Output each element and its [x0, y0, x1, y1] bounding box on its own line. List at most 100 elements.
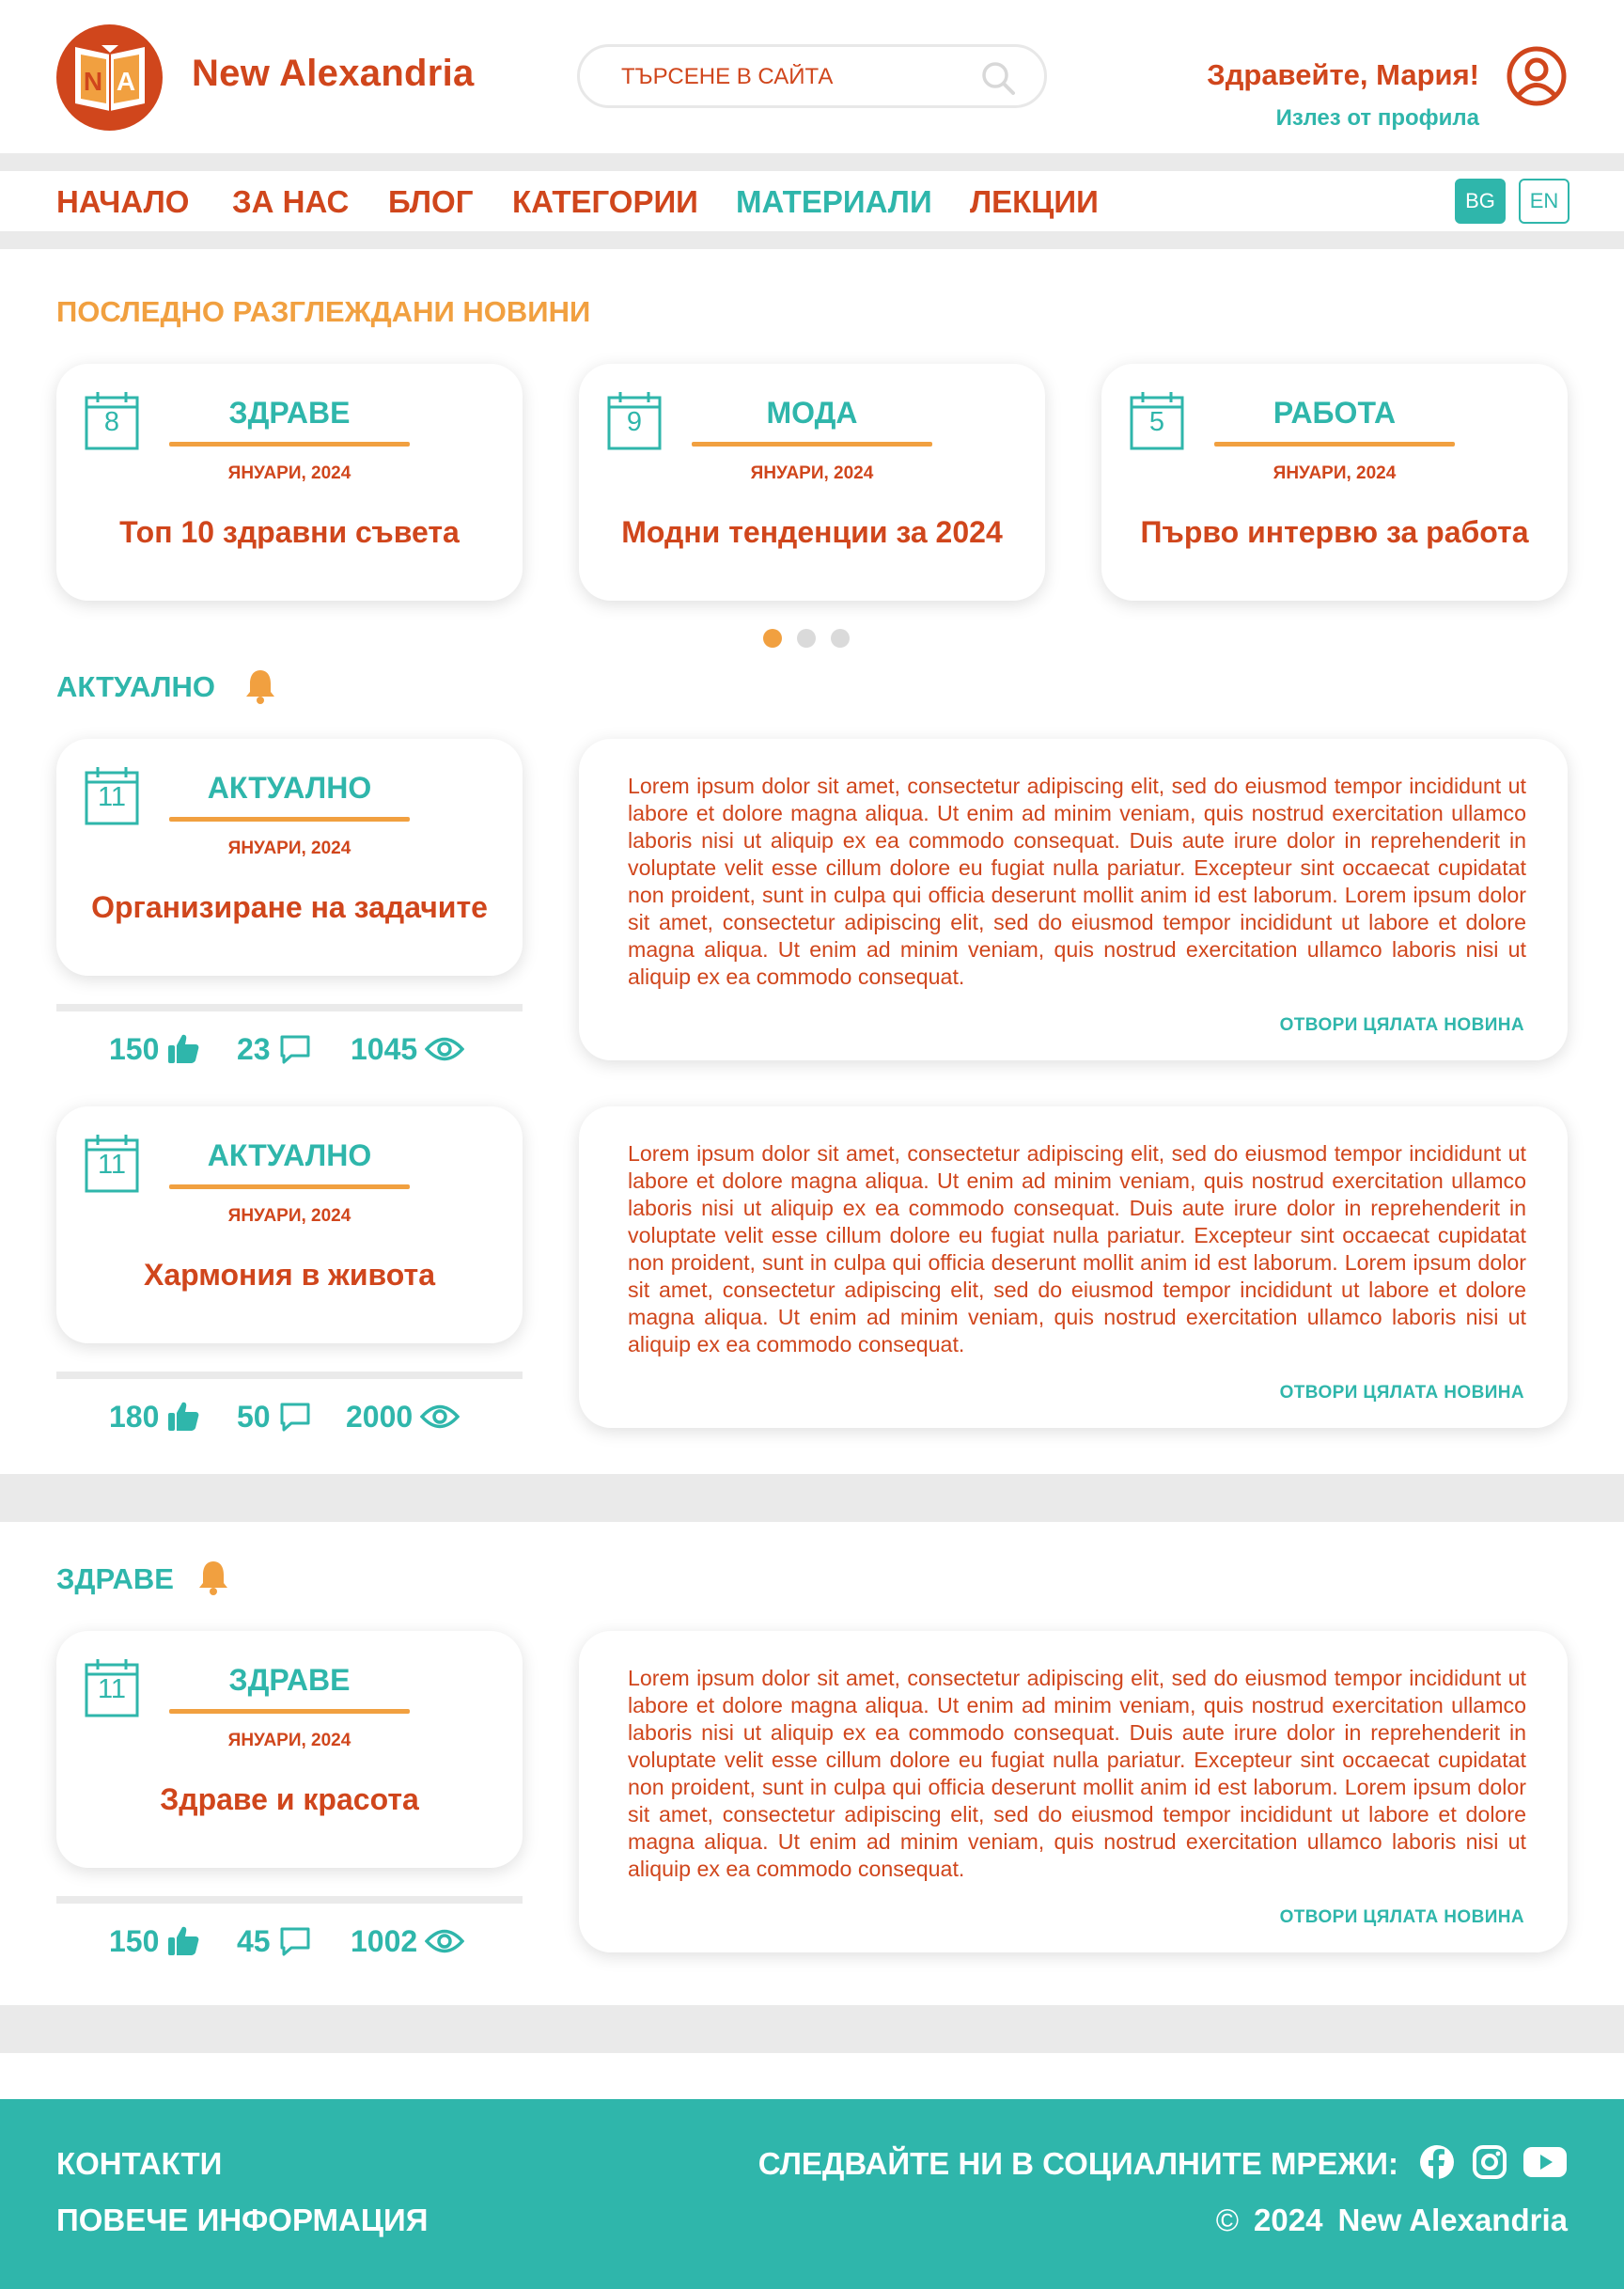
views-count: 2000 — [346, 1399, 414, 1434]
likes-count: 150 — [109, 1031, 160, 1066]
card-date: ЯНУАРИ, 2024 — [227, 463, 351, 483]
post-excerpt: Lorem ipsum dolor sit amet, consectetur … — [628, 774, 1526, 989]
lang-en-button[interactable]: EN — [1519, 179, 1569, 224]
card-date: ЯНУАРИ, 2024 — [227, 839, 351, 858]
recent-news-card[interactable]: 9 МОДА ЯНУАРИ, 2024 Модни тенденции за 2… — [579, 364, 1045, 601]
card-category: ЗДРАВЕ — [228, 1663, 351, 1697]
svg-text:A: A — [117, 67, 135, 96]
card-headline[interactable]: Хармония в живота — [56, 1258, 523, 1293]
health-post-card[interactable]: 11 ЗДРАВЕ ЯНУАРИ, 2024 Здраве и красота — [56, 1631, 523, 1868]
greeting: Здравейте, Мария! — [1207, 58, 1479, 91]
nav-item-materials[interactable]: МАТЕРИАЛИ — [736, 184, 932, 220]
copyright: © 2024 New Alexandria — [1216, 2203, 1568, 2238]
category-underline — [169, 817, 410, 822]
post-stats: 180 50 2000 — [56, 1396, 523, 1437]
card-date: ЯНУАРИ, 2024 — [227, 1731, 351, 1750]
book-logo-icon: N A — [75, 45, 145, 111]
follow-us-label: СЛЕДВАЙТЕ НИ В СОЦИАЛНИТЕ МРЕЖИ: — [757, 2146, 1398, 2181]
facebook-icon[interactable] — [1419, 2144, 1455, 2180]
logout-link[interactable]: Излез от профила — [1276, 105, 1479, 132]
recent-news-card[interactable]: 5 РАБОТА ЯНУАРИ, 2024 Първо интервю за р… — [1101, 364, 1568, 601]
contacts-link[interactable]: КОНТАКТИ — [56, 2146, 222, 2182]
recent-news-title: ПОСЛЕДНО РАЗГЛЕЖДАНИ НОВИНИ — [56, 295, 591, 328]
nav-item-about[interactable]: ЗА НАС — [232, 184, 349, 220]
actual-post-card[interactable]: 11 АКТУАЛНО ЯНУАРИ, 2024 Хармония в живо… — [56, 1106, 523, 1343]
comments-stat[interactable]: 50 — [237, 1396, 312, 1437]
card-category: ЗДРАВЕ — [228, 396, 351, 430]
card-headline[interactable]: Топ 10 здравни съвета — [56, 515, 523, 550]
bell-icon[interactable] — [244, 667, 276, 705]
comments-stat[interactable]: 45 — [237, 1921, 312, 1962]
health-section-title: ЗДРАВЕ — [56, 1562, 174, 1595]
search-icon[interactable] — [980, 60, 1016, 96]
likes-stat[interactable]: 180 — [109, 1396, 200, 1437]
category-underline — [692, 442, 932, 447]
stats-divider — [56, 1896, 523, 1904]
copyright-symbol: © — [1215, 2203, 1240, 2237]
eye-icon — [425, 1929, 465, 1953]
user-icon[interactable] — [1506, 45, 1568, 107]
open-full-news-link[interactable]: ОТВОРИ ЦЯЛАТА НОВИНА — [1280, 1015, 1524, 1036]
nav-divider — [0, 231, 1624, 249]
views-stat: 1002 — [351, 1921, 465, 1962]
footer: КОНТАКТИ ПОВЕЧЕ ИНФОРМАЦИЯ СЛЕДВАЙТЕ НИ … — [0, 2099, 1624, 2289]
actual-post-text-card: Lorem ipsum dolor sit amet, consectetur … — [579, 739, 1568, 1060]
more-info-link[interactable]: ПОВЕЧЕ ИНФОРМАЦИЯ — [56, 2203, 428, 2238]
section-divider — [0, 1474, 1624, 1522]
thumbs-up-icon — [168, 1402, 199, 1431]
instagram-icon[interactable] — [1472, 2144, 1507, 2180]
card-headline[interactable]: Организиране на задачите — [56, 890, 523, 925]
card-headline[interactable]: Първо интервю за работа — [1101, 515, 1568, 550]
views-stat: 1045 — [351, 1028, 465, 1070]
copyright-name: New Alexandria — [1337, 2203, 1568, 2237]
stats-divider — [56, 1372, 523, 1379]
site-logo[interactable]: N A — [56, 24, 163, 131]
card-category: АКТУАЛНО — [207, 771, 372, 805]
category-underline — [169, 1184, 410, 1189]
search-box[interactable] — [577, 44, 1047, 108]
nav-item-blog[interactable]: БЛОГ — [388, 184, 473, 220]
likes-stat[interactable]: 150 — [109, 1921, 200, 1962]
card-headline[interactable]: Модни тенденции за 2024 — [579, 515, 1045, 550]
comments-count: 45 — [237, 1923, 271, 1958]
nav-item-home[interactable]: НАЧАЛО — [56, 184, 189, 220]
likes-stat[interactable]: 150 — [109, 1028, 200, 1070]
comments-stat[interactable]: 23 — [237, 1028, 312, 1070]
actual-post-text-card: Lorem ipsum dolor sit amet, consectetur … — [579, 1106, 1568, 1428]
comment-icon — [280, 1403, 310, 1432]
carousel-dot-3[interactable] — [831, 629, 850, 648]
carousel-dot-1[interactable] — [763, 629, 782, 648]
card-headline[interactable]: Здраве и красота — [56, 1782, 523, 1817]
svg-text:N: N — [84, 67, 102, 96]
open-full-news-link[interactable]: ОТВОРИ ЦЯЛАТА НОВИНА — [1280, 1383, 1524, 1403]
nav-item-categories[interactable]: КАТЕГОРИИ — [512, 184, 698, 220]
card-date: ЯНУАРИ, 2024 — [750, 463, 874, 483]
site-title[interactable]: New Alexandria — [192, 53, 475, 95]
card-date: ЯНУАРИ, 2024 — [1273, 463, 1397, 483]
search-input[interactable] — [621, 63, 960, 91]
bell-icon[interactable] — [197, 1559, 229, 1596]
views-stat: 2000 — [346, 1396, 461, 1437]
comments-count: 23 — [237, 1031, 271, 1066]
post-stats: 150 45 1002 — [56, 1921, 523, 1962]
main-nav: НАЧАЛО ЗА НАС БЛОГ КАТЕГОРИИ МАТЕРИАЛИ Л… — [0, 171, 1624, 231]
actual-post-card[interactable]: 11 АКТУАЛНО ЯНУАРИ, 2024 Организиране на… — [56, 739, 523, 976]
recent-news-card[interactable]: 8 ЗДРАВЕ ЯНУАРИ, 2024 Топ 10 здравни съв… — [56, 364, 523, 601]
card-category: АКТУАЛНО — [207, 1138, 372, 1172]
post-excerpt: Lorem ipsum dolor sit amet, consectetur … — [628, 1666, 1526, 1881]
section-divider — [0, 2005, 1624, 2053]
views-count: 1002 — [351, 1923, 418, 1958]
card-date: ЯНУАРИ, 2024 — [227, 1206, 351, 1226]
lang-bg-button[interactable]: BG — [1455, 179, 1506, 224]
carousel-dot-2[interactable] — [797, 629, 816, 648]
card-category: МОДА — [766, 396, 858, 430]
open-full-news-link[interactable]: ОТВОРИ ЦЯЛАТА НОВИНА — [1280, 1907, 1524, 1928]
nav-item-lectures[interactable]: ЛЕКЦИИ — [970, 184, 1099, 220]
actual-section-title: АКТУАЛНО — [56, 670, 215, 703]
health-post-text-card: Lorem ipsum dolor sit amet, consectetur … — [579, 1631, 1568, 1952]
eye-icon — [420, 1404, 461, 1429]
youtube-icon[interactable] — [1522, 2144, 1568, 2180]
thumbs-up-icon — [168, 1034, 199, 1063]
card-category: РАБОТА — [1273, 396, 1397, 430]
comments-count: 50 — [237, 1399, 271, 1434]
